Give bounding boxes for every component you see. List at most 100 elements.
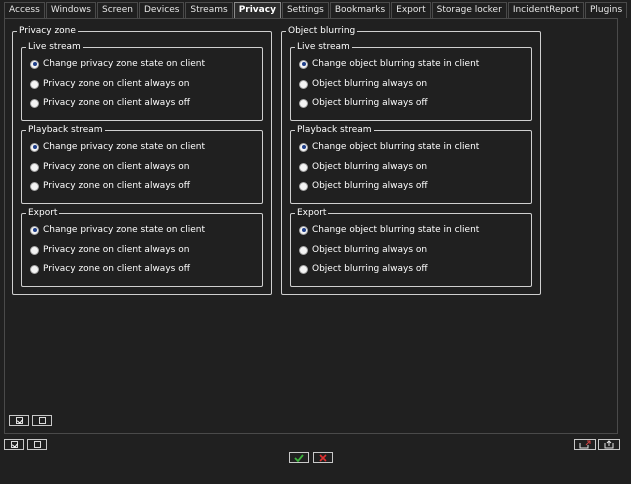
panel-deselect-all-button[interactable] [32,415,52,426]
radio-button[interactable] [30,142,39,152]
ok-button[interactable] [289,452,309,463]
radio-button[interactable] [30,245,39,255]
privacy-zone-title: Privacy zone [17,25,78,37]
close-icon [319,453,327,462]
object-blurring-playback-option-off[interactable]: Object blurring always off [299,180,428,192]
option-label: Object blurring always off [312,264,428,274]
checked-box-icon [10,441,18,448]
option-label: Object blurring always on [312,79,428,89]
object-blurring-live-group: Live stream Change object blurring state… [290,41,532,121]
tab-privacy[interactable]: Privacy [233,2,281,18]
export-icon [604,440,614,449]
tab-storage-locker[interactable]: Storage locker [431,2,507,18]
privacy-zone-export-option-client[interactable]: Change privacy zone state on client [30,224,205,236]
import-icon [579,440,591,449]
empty-box-icon [38,417,46,424]
privacy-zone-export-option-off[interactable]: Privacy zone on client always off [30,263,190,275]
object-blurring-export-group: Export Change object blurring state in c… [290,207,532,287]
checkmark-icon [294,453,304,462]
radio-button[interactable] [30,264,39,274]
option-label: Privacy zone on client always on [43,245,190,255]
empty-box-icon [33,441,41,448]
privacy-zone-playback-option-off[interactable]: Privacy zone on client always off [30,180,190,192]
privacy-tab-panel: Privacy zone Live stream Change privacy … [4,18,618,434]
tab-screen[interactable]: Screen [97,2,138,18]
radio-button[interactable] [299,79,308,89]
object-blurring-playback-option-on[interactable]: Object blurring always on [299,161,427,173]
radio-button[interactable] [30,59,39,69]
radio-button[interactable] [299,181,308,191]
privacy-zone-export-title: Export [26,207,60,219]
privacy-zone-live-title: Live stream [26,41,83,53]
tab-incident-report[interactable]: IncidentReport [507,2,584,18]
option-label: Change privacy zone state on client [43,225,205,235]
privacy-zone-playback-title: Playback stream [26,124,105,136]
object-blurring-playback-group: Playback stream Change object blurring s… [290,124,532,204]
radio-button[interactable] [299,264,308,274]
tab-export[interactable]: Export [391,2,431,18]
radio-button[interactable] [30,225,39,235]
radio-button[interactable] [30,79,39,89]
radio-button[interactable] [299,162,308,172]
checked-box-icon [15,417,23,424]
radio-button[interactable] [299,142,308,152]
tab-bar: Access Windows Screen Devices Streams Pr… [4,2,631,18]
object-blurring-group: Object blurring Live stream Change objec… [281,25,541,295]
option-label: Privacy zone on client always on [43,79,190,89]
option-label: Object blurring always off [312,98,428,108]
privacy-zone-playback-option-on[interactable]: Privacy zone on client always on [30,161,189,173]
tab-settings[interactable]: Settings [281,2,329,18]
option-label: Privacy zone on client always off [43,264,190,274]
radio-button[interactable] [30,98,39,108]
option-label: Privacy zone on client always on [43,162,190,172]
object-blurring-export-option-on[interactable]: Object blurring always on [299,244,427,256]
select-all-button[interactable] [4,439,24,450]
option-label: Change privacy zone state on client [43,142,205,152]
cancel-button[interactable] [313,452,333,463]
radio-button[interactable] [299,245,308,255]
object-blurring-live-option-client[interactable]: Change object blurring state in client [299,58,479,70]
radio-button[interactable] [30,181,39,191]
object-blurring-live-title: Live stream [295,41,352,53]
import-settings-button[interactable] [574,439,596,450]
option-label: Privacy zone on client always off [43,181,190,191]
tab-bookmarks[interactable]: Bookmarks [329,2,391,18]
export-settings-button[interactable] [598,439,620,450]
radio-button[interactable] [30,162,39,172]
panel-select-all-button[interactable] [9,415,29,426]
object-blurring-export-option-off[interactable]: Object blurring always off [299,263,428,275]
privacy-zone-live-option-off[interactable]: Privacy zone on client always off [30,97,190,109]
tab-plugins[interactable]: Plugins [584,2,628,18]
privacy-zone-playback-group: Playback stream Change privacy zone stat… [21,124,263,204]
privacy-zone-export-group: Export Change privacy zone state on clie… [21,207,263,287]
deselect-all-button[interactable] [27,439,47,450]
object-blurring-live-option-off[interactable]: Object blurring always off [299,97,428,109]
option-label: Change object blurring state in client [312,142,480,152]
option-label: Privacy zone on client always off [43,98,190,108]
radio-button[interactable] [299,225,308,235]
object-blurring-live-option-on[interactable]: Object blurring always on [299,78,427,90]
radio-button[interactable] [299,59,308,69]
object-blurring-playback-title: Playback stream [295,124,374,136]
option-label: Change object blurring state in client [312,225,480,235]
option-label: Object blurring always on [312,245,428,255]
option-label: Change privacy zone state on client [43,59,205,69]
privacy-zone-live-option-on[interactable]: Privacy zone on client always on [30,78,189,90]
privacy-zone-export-option-on[interactable]: Privacy zone on client always on [30,244,189,256]
option-label: Change object blurring state in client [312,59,480,69]
object-blurring-title: Object blurring [286,25,358,37]
object-blurring-export-title: Export [295,207,329,219]
privacy-zone-group: Privacy zone Live stream Change privacy … [12,25,272,295]
object-blurring-export-option-client[interactable]: Change object blurring state in client [299,224,479,236]
tab-windows[interactable]: Windows [45,2,96,18]
privacy-zone-live-option-client[interactable]: Change privacy zone state on client [30,58,205,70]
option-label: Object blurring always on [312,162,428,172]
tab-devices[interactable]: Devices [138,2,185,18]
privacy-zone-playback-option-client[interactable]: Change privacy zone state on client [30,141,205,153]
object-blurring-playback-option-client[interactable]: Change object blurring state in client [299,141,479,153]
radio-button[interactable] [299,98,308,108]
tab-streams[interactable]: Streams [185,2,233,18]
privacy-zone-live-group: Live stream Change privacy zone state on… [21,41,263,121]
tab-access[interactable]: Access [4,2,45,18]
option-label: Object blurring always off [312,181,428,191]
